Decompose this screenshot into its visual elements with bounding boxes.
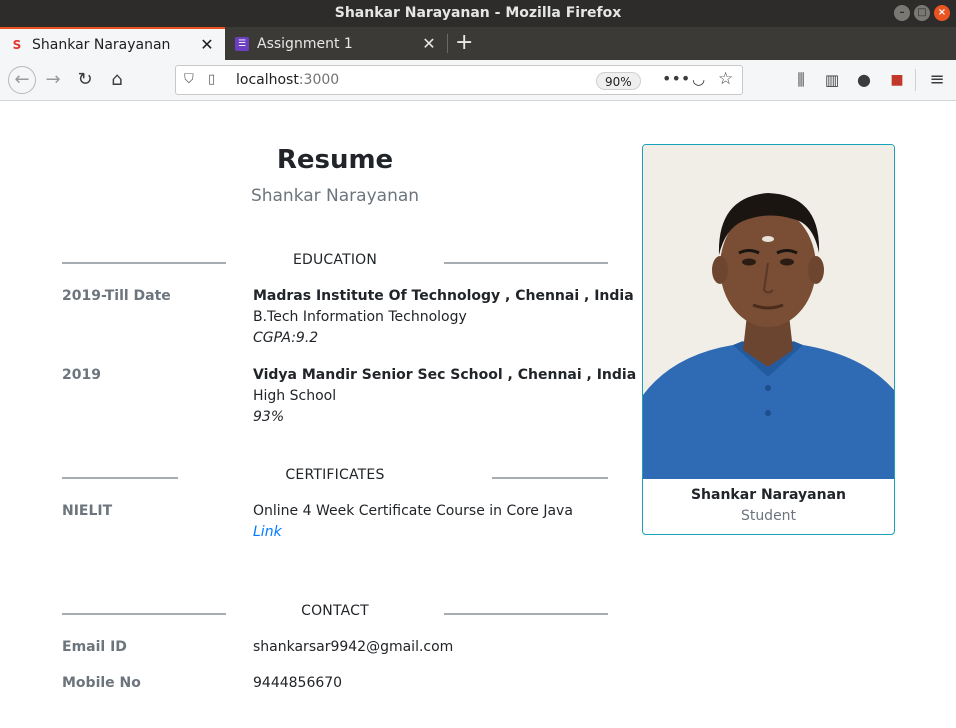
menu-hamburger-icon[interactable]: ≡ bbox=[925, 68, 949, 92]
window-title: Shankar Narayanan - Mozilla Firefox bbox=[334, 5, 622, 21]
page-content: Resume Shankar Narayanan EDUCATION 2019-… bbox=[0, 101, 956, 728]
forward-arrow-icon[interactable]: → bbox=[41, 68, 65, 92]
certificate-entry: Online 4 Week Certificate Course in Core… bbox=[253, 501, 573, 543]
close-tab-icon[interactable]: ✕ bbox=[419, 34, 439, 53]
page-info-icon[interactable]: ▯ bbox=[208, 72, 215, 87]
contact-heading: CONTACT bbox=[62, 603, 608, 623]
mobile-value: 9444856670 bbox=[253, 675, 343, 691]
sidebar-icon[interactable]: ▥ bbox=[820, 68, 844, 92]
profile-photo-illustration bbox=[643, 145, 894, 479]
certificate-issuer: NIELIT bbox=[62, 503, 113, 519]
mobile-label: Mobile No bbox=[62, 675, 141, 691]
page-subtitle-name: Shankar Narayanan bbox=[250, 186, 420, 206]
toolbar-separator bbox=[915, 69, 916, 91]
bookmark-star-icon[interactable]: ☆ bbox=[718, 69, 733, 89]
window-titlebar: Shankar Narayanan - Mozilla Firefox – □ … bbox=[0, 0, 956, 27]
new-tab-icon[interactable]: + bbox=[455, 27, 473, 60]
section-title: CONTACT bbox=[301, 603, 369, 619]
minimize-icon[interactable]: – bbox=[894, 5, 910, 21]
url-text[interactable]: localhost:3000 bbox=[236, 72, 339, 88]
library-icon[interactable]: ⫼ bbox=[789, 68, 813, 92]
profile-role: Student bbox=[740, 508, 797, 524]
profile-photo bbox=[643, 145, 894, 479]
certificate-link[interactable]: Link bbox=[253, 522, 573, 543]
back-arrow-icon[interactable]: ← bbox=[8, 66, 36, 94]
score: CGPA:9.2 bbox=[253, 330, 319, 346]
tab-title: Shankar Narayanan bbox=[32, 36, 171, 53]
email-label: Email ID bbox=[62, 639, 127, 655]
page-actions-icon[interactable]: ••• bbox=[662, 69, 690, 88]
tab-assignment[interactable]: ☰ Assignment 1 ✕ bbox=[225, 27, 447, 60]
course-name: High School bbox=[253, 388, 337, 404]
education-heading: EDUCATION bbox=[62, 252, 608, 272]
url-port: :3000 bbox=[298, 72, 340, 88]
email-value: shankarsar9942@gmail.com bbox=[253, 639, 454, 655]
education-entry: Madras Institute Of Technology , Chennai… bbox=[253, 286, 634, 349]
education-entry: Vidya Mandir Senior Sec School , Chennai… bbox=[253, 365, 636, 428]
navigation-toolbar: ← → ↻ ⌂ ⛉ ▯ localhost:3000 90% ••• ◡ ☆ ⫼… bbox=[0, 60, 956, 101]
section-title: EDUCATION bbox=[292, 252, 378, 268]
certificates-heading: CERTIFICATES bbox=[62, 467, 608, 487]
score: 93% bbox=[253, 409, 285, 425]
close-window-icon[interactable]: × bbox=[934, 5, 950, 21]
extension-icon[interactable]: ■ bbox=[885, 68, 909, 92]
zoom-level-badge[interactable]: 90% bbox=[596, 72, 641, 90]
section-title: CERTIFICATES bbox=[285, 467, 385, 483]
list-favicon-icon: ☰ bbox=[235, 36, 249, 51]
tracking-shield-icon[interactable]: ⛉ bbox=[184, 72, 194, 87]
tab-resume[interactable]: S Shankar Narayanan ✕ bbox=[0, 27, 225, 60]
reload-icon[interactable]: ↻ bbox=[73, 68, 97, 92]
course-name: B.Tech Information Technology bbox=[253, 309, 467, 325]
education-period: 2019-Till Date bbox=[62, 288, 171, 304]
profile-card: Shankar Narayanan Student bbox=[642, 144, 895, 535]
site-favicon-icon: S bbox=[12, 37, 22, 52]
certificate-title: Online 4 Week Certificate Course in Core… bbox=[253, 503, 573, 519]
tab-bar: S Shankar Narayanan ✕ ☰ Assignment 1 ✕ + bbox=[0, 27, 956, 60]
window-controls: – □ × bbox=[894, 5, 950, 21]
account-icon[interactable]: ● bbox=[852, 68, 876, 92]
maximize-icon[interactable]: □ bbox=[914, 5, 930, 21]
institution-name: Madras Institute Of Technology , Chennai… bbox=[253, 288, 634, 304]
pocket-icon[interactable]: ◡ bbox=[692, 70, 705, 88]
education-period: 2019 bbox=[62, 367, 101, 383]
home-icon[interactable]: ⌂ bbox=[105, 68, 129, 92]
url-bar[interactable]: ⛉ ▯ localhost:3000 90% ••• ◡ ☆ bbox=[175, 65, 743, 95]
institution-name: Vidya Mandir Senior Sec School , Chennai… bbox=[253, 367, 637, 383]
page-title: Resume bbox=[276, 145, 394, 175]
tab-title: Assignment 1 bbox=[257, 35, 353, 52]
tab-separator bbox=[447, 34, 448, 53]
close-tab-icon[interactable]: ✕ bbox=[197, 35, 217, 54]
profile-name: Shankar Narayanan bbox=[690, 487, 847, 503]
url-host: localhost bbox=[236, 72, 299, 88]
